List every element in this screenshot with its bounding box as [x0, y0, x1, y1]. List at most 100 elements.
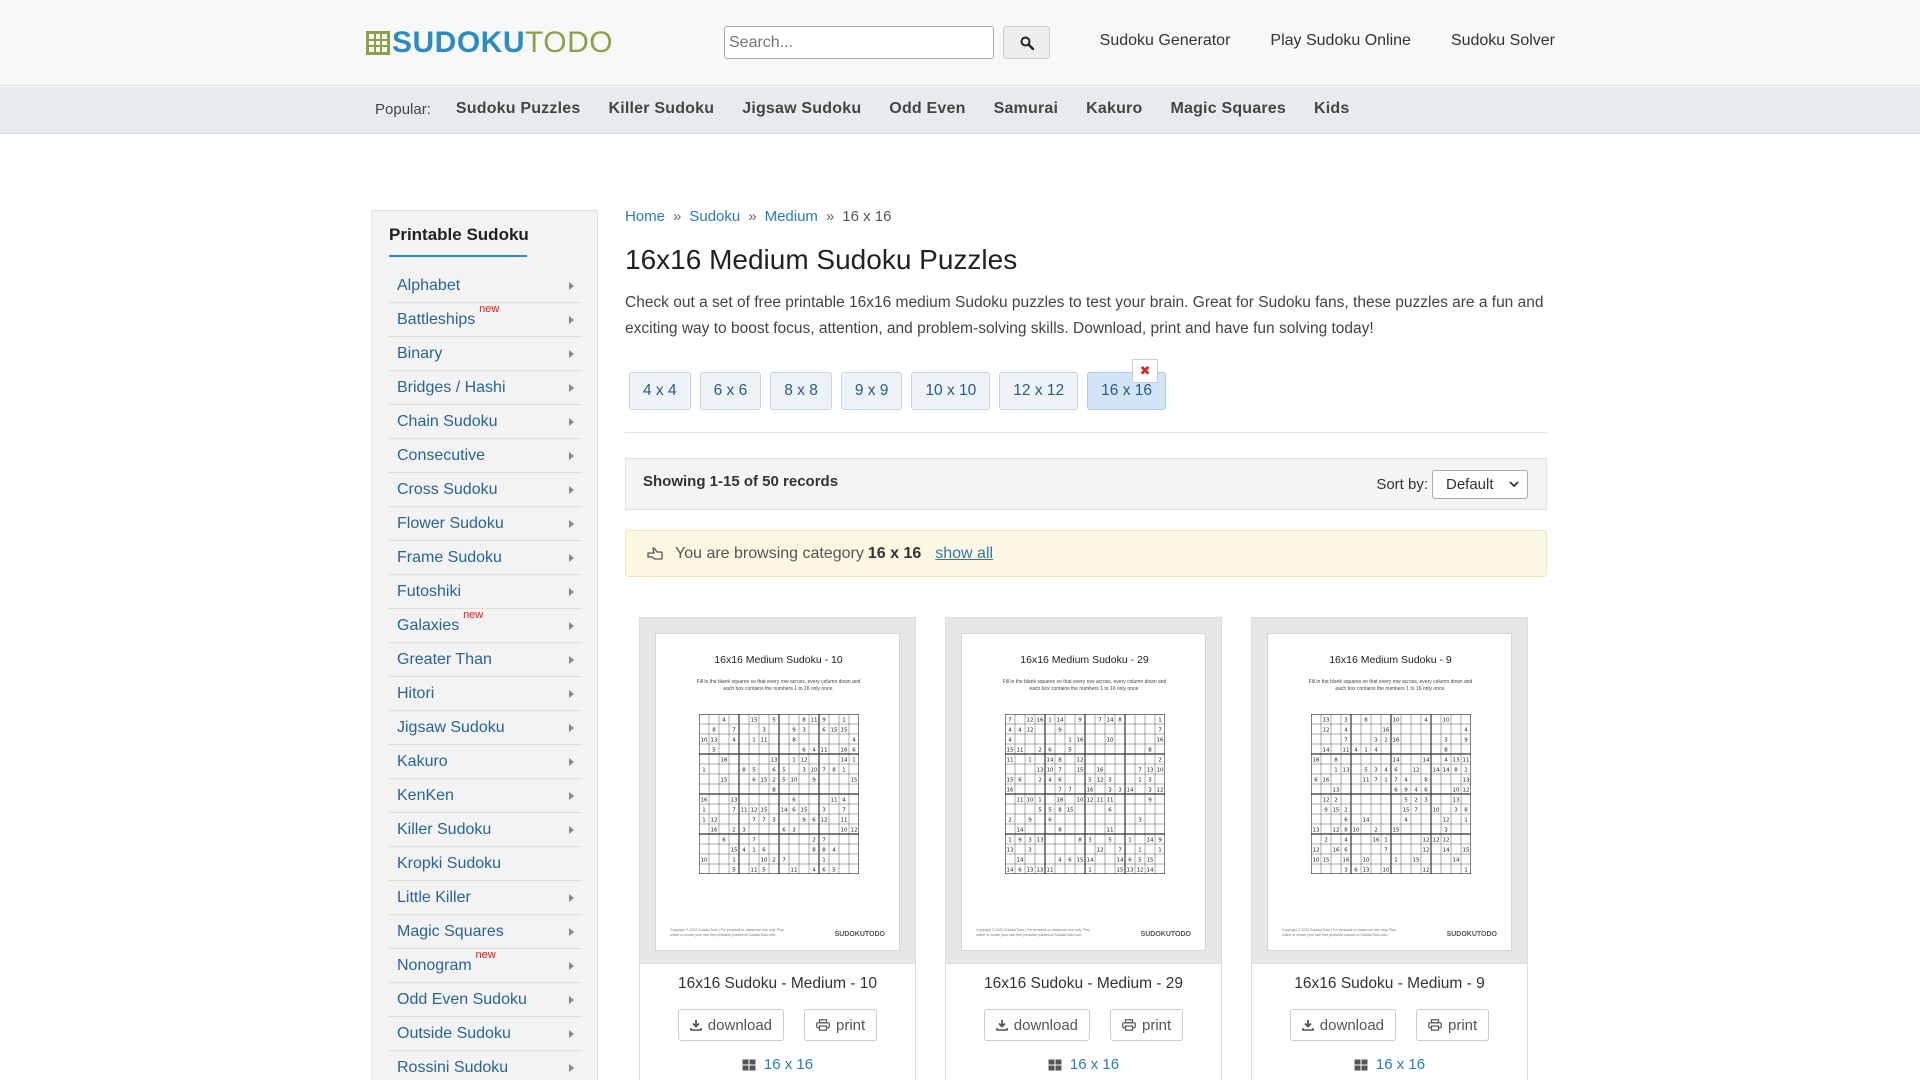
sidebar-item[interactable]: Little Killer: [389, 881, 582, 915]
svg-text:6: 6: [1394, 768, 1398, 774]
sort-select[interactable]: Default: [1432, 470, 1528, 499]
svg-text:11: 11: [831, 798, 838, 804]
sidebar-item[interactable]: Binary: [389, 337, 582, 371]
size-filter-button[interactable]: 4 x 4: [629, 372, 691, 410]
sidebar-item-label: Alphabet: [397, 276, 461, 294]
sidebar-item[interactable]: Bridges / Hashi: [389, 371, 582, 405]
download-button[interactable]: download: [983, 1009, 1091, 1041]
sidebar-item[interactable]: Frame Sudoku: [389, 541, 582, 575]
sidebar-item[interactable]: Jigsaw Sudoku: [389, 711, 582, 745]
breadcrumb-medium[interactable]: Medium: [765, 208, 818, 225]
sidebar-item[interactable]: Killer Sudoku: [389, 813, 582, 847]
popular-link-magic-squares[interactable]: Magic Squares: [1170, 100, 1286, 118]
puzzle-thumbnail[interactable]: 16x16 Medium Sudoku - 29 Fill in the blan…: [946, 618, 1221, 964]
show-all-link[interactable]: show all: [935, 545, 993, 563]
sidebar-item[interactable]: KenKen: [389, 779, 582, 813]
sidebar-item[interactable]: Kropki Sudoku: [389, 847, 582, 881]
size-filter-button[interactable]: 9 x 9: [840, 372, 903, 410]
download-button[interactable]: download: [677, 1009, 785, 1041]
popular-link-sudoku-puzzles[interactable]: Sudoku Puzzles: [456, 100, 581, 118]
new-badge: new: [463, 608, 484, 621]
sidebar-item[interactable]: Futoshiki: [389, 575, 582, 609]
puzzle-card-category[interactable]: 16 x 16: [946, 1056, 1221, 1073]
nav-sudoku-solver[interactable]: Sudoku Solver: [1451, 32, 1555, 50]
search-button[interactable]: [1003, 26, 1050, 59]
sidebar-item[interactable]: Galaxies new: [389, 609, 582, 643]
sidebar-item[interactable]: Nonogram new: [389, 949, 582, 983]
sidebar-item[interactable]: Rossini Sudoku: [389, 1051, 582, 1080]
sidebar-item[interactable]: Magic Squares: [389, 915, 582, 949]
sidebar-item[interactable]: Flower Sudoku: [389, 507, 582, 541]
svg-text:11: 11: [751, 868, 758, 874]
svg-text:13: 13: [731, 798, 738, 804]
svg-text:1: 1: [1464, 818, 1468, 824]
popular-link-killer-sudoku[interactable]: Killer Sudoku: [608, 100, 714, 118]
search-input[interactable]: [724, 26, 994, 59]
svg-text:13: 13: [1333, 788, 1340, 794]
puzzle-card-category[interactable]: 16 x 16: [1252, 1056, 1527, 1073]
sidebar-item[interactable]: Greater Than: [389, 643, 582, 677]
puzzle-card-category[interactable]: 16 x 16: [640, 1056, 915, 1073]
svg-text:3: 3: [1138, 818, 1142, 824]
sidebar-item[interactable]: Cross Sudoku: [389, 473, 582, 507]
sidebar-item-label: Jigsaw Sudoku: [397, 718, 505, 736]
nav-sudoku-generator[interactable]: Sudoku Generator: [1100, 32, 1231, 50]
svg-text:14: 14: [1147, 868, 1154, 874]
svg-text:6: 6: [1018, 868, 1022, 874]
popular-link-jigsaw-sudoku[interactable]: Jigsaw Sudoku: [742, 100, 861, 118]
size-filter-button[interactable]: 16 x 16 ✖: [1087, 359, 1167, 410]
sidebar-item[interactable]: Battleships new: [389, 303, 582, 337]
caret-right-icon: [569, 383, 574, 392]
svg-text:12: 12: [1463, 788, 1470, 794]
size-filter-button[interactable]: 6 x 6: [699, 372, 762, 410]
popular-link-odd-even[interactable]: Odd Even: [889, 100, 965, 118]
svg-text:15: 15: [801, 808, 808, 814]
clear-filter-icon[interactable]: ✖: [1132, 359, 1159, 383]
sidebar-item[interactable]: Kakuro: [389, 745, 582, 779]
breadcrumb-home[interactable]: Home: [625, 208, 665, 225]
svg-text:10: 10: [1027, 798, 1034, 804]
svg-text:1: 1: [1158, 848, 1162, 854]
sort-label: Sort by:: [1376, 476, 1428, 493]
svg-text:16: 16: [711, 828, 718, 834]
svg-text:6: 6: [782, 828, 786, 834]
popular-link-samurai[interactable]: Samurai: [994, 100, 1059, 118]
puzzle-thumbnail[interactable]: 16x16 Medium Sudoku - 10 Fill in the blan…: [640, 618, 915, 964]
site-logo[interactable]: SUDOKU TODO: [366, 28, 613, 58]
svg-text:10: 10: [701, 738, 708, 744]
popular-label: Popular:: [375, 100, 431, 118]
svg-text:3: 3: [1444, 828, 1448, 834]
svg-text:4: 4: [832, 848, 836, 854]
svg-text:15: 15: [1067, 808, 1074, 814]
popular-link-kids[interactable]: Kids: [1314, 100, 1349, 118]
sidebar-item-label: Binary: [397, 344, 443, 362]
print-button[interactable]: print: [1110, 1009, 1184, 1041]
nav-play-sudoku-online[interactable]: Play Sudoku Online: [1270, 32, 1411, 50]
svg-text:6: 6: [1424, 788, 1428, 794]
puzzle-thumbnail[interactable]: 16x16 Medium Sudoku - 9 Fill in the blank…: [1252, 618, 1527, 964]
popular-link-kakuro[interactable]: Kakuro: [1086, 100, 1142, 118]
sidebar-item[interactable]: Chain Sudoku: [389, 405, 582, 439]
puzzle-card-title[interactable]: 16x16 Sudoku - Medium - 9: [1252, 975, 1527, 993]
puzzle-sheet-preview: 16x16 Medium Sudoku - 9 Fill in the blank…: [1267, 633, 1512, 951]
puzzle-card-title[interactable]: 16x16 Sudoku - Medium - 29: [946, 975, 1221, 993]
print-button[interactable]: print: [1416, 1009, 1490, 1041]
sidebar-item[interactable]: Outside Sudoku: [389, 1017, 582, 1051]
sidebar-item[interactable]: Hitori: [389, 677, 582, 711]
breadcrumb-sudoku[interactable]: Sudoku: [689, 208, 740, 225]
svg-text:9: 9: [1018, 838, 1022, 844]
size-filter-button[interactable]: 8 x 8: [770, 372, 832, 410]
size-filter-button[interactable]: 12 x 12: [999, 372, 1079, 410]
svg-text:9: 9: [1404, 788, 1408, 794]
sidebar-item[interactable]: Odd Even Sudoku: [389, 983, 582, 1017]
print-button[interactable]: print: [804, 1009, 878, 1041]
size-filter-button[interactable]: 10 x 10: [911, 372, 991, 410]
svg-text:6: 6: [1344, 818, 1348, 824]
download-button[interactable]: download: [1289, 1009, 1397, 1041]
svg-text:4: 4: [1464, 728, 1468, 734]
svg-text:7: 7: [1058, 768, 1062, 774]
svg-text:16: 16: [1343, 858, 1350, 864]
sidebar-item[interactable]: Consecutive: [389, 439, 582, 473]
puzzle-card-title[interactable]: 16x16 Sudoku - Medium - 10: [640, 975, 915, 993]
sidebar-item[interactable]: Alphabet: [389, 269, 582, 303]
